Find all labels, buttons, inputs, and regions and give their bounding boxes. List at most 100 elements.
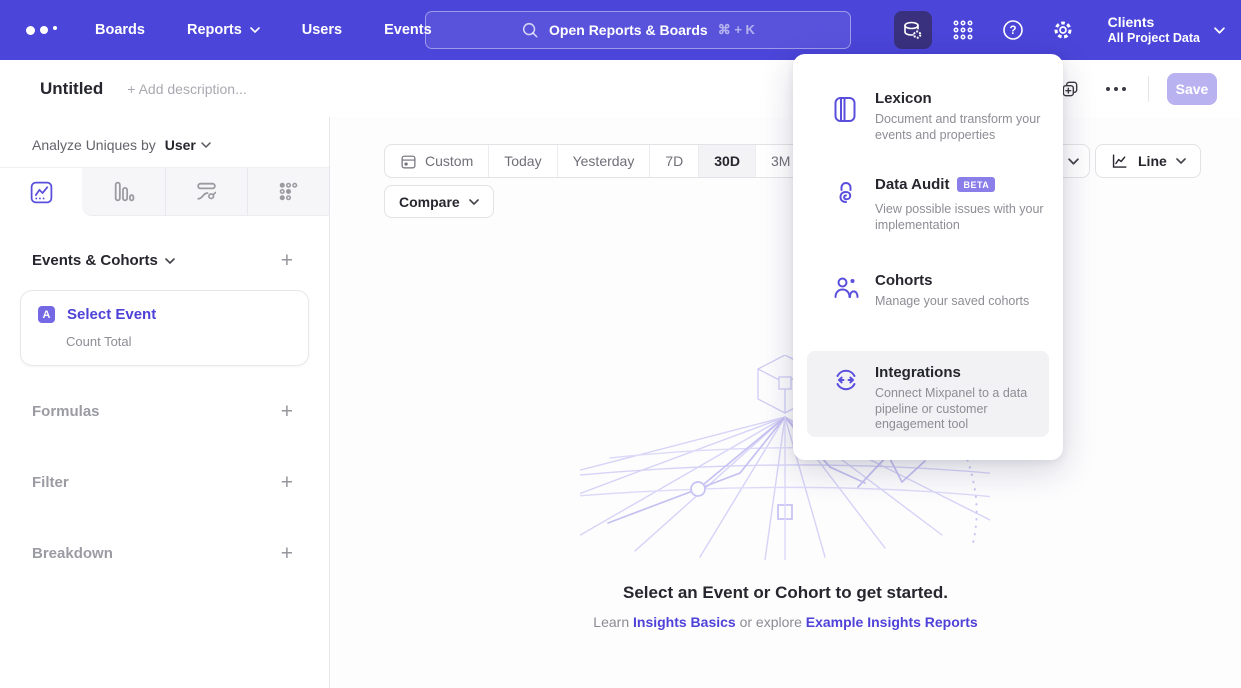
- search-shortcut: ⌘ + K: [718, 22, 755, 38]
- analyze-uniques-selector[interactable]: Analyze Uniques by User: [32, 137, 329, 153]
- chevron-down-icon: [201, 142, 211, 148]
- chevron-down-icon: [1214, 27, 1225, 34]
- chevron-down-icon: [250, 27, 260, 33]
- empty-state-subtitle: Learn Insights Basics or explore Example…: [330, 614, 1241, 630]
- date-range-custom[interactable]: Custom: [385, 145, 488, 177]
- settings-button[interactable]: [1044, 11, 1082, 49]
- analyze-label: Analyze Uniques by: [32, 137, 156, 153]
- event-card[interactable]: A Select Event Count Total: [20, 290, 309, 366]
- tab-bar-chart[interactable]: [82, 168, 164, 216]
- cohorts-title: Cohorts: [875, 272, 933, 289]
- line-chart-icon: [1110, 152, 1129, 171]
- data-audit-icon: [833, 180, 859, 208]
- database-gear-icon: [901, 19, 924, 42]
- data-management-button[interactable]: [894, 11, 932, 49]
- header-actions: Save: [1056, 73, 1217, 105]
- chart-type-tabs: [0, 167, 329, 215]
- data-management-menu: Lexicon Document and transform your even…: [793, 54, 1063, 460]
- breakdown-label: Breakdown: [32, 545, 113, 562]
- flow-sankey-icon: [194, 179, 219, 204]
- or-explore-text: or explore: [740, 614, 802, 630]
- date-range-yesterday[interactable]: Yesterday: [557, 145, 650, 177]
- compare-button[interactable]: Compare: [384, 185, 494, 218]
- cohorts-description: Manage your saved cohorts: [875, 294, 1085, 310]
- apps-grid-icon: [951, 18, 975, 42]
- events-cohorts-toggle[interactable]: Events & Cohorts: [32, 252, 175, 269]
- project-name: Clients: [1108, 14, 1200, 31]
- logo-dot: [26, 26, 35, 35]
- count-total-label[interactable]: Count Total: [66, 334, 292, 349]
- chart-type-label: Line: [1138, 153, 1167, 169]
- tab-line-chart[interactable]: [0, 168, 82, 216]
- event-badge: A: [38, 306, 55, 323]
- menu-item-integrations[interactable]: Integrations Connect Mixpanel to a data …: [807, 351, 1049, 437]
- date-range-7d[interactable]: 7D: [649, 145, 698, 177]
- add-description[interactable]: + Add description...: [127, 81, 246, 97]
- nav-reports-label: Reports: [187, 22, 242, 38]
- search-icon: [521, 21, 539, 39]
- dot-grid-icon: [276, 179, 301, 204]
- calendar-icon: [400, 153, 417, 170]
- chevron-down-icon: [1176, 158, 1186, 164]
- add-filter-button[interactable]: +: [281, 475, 293, 491]
- nav-right-cluster: ? Clients All Project Data: [894, 11, 1225, 49]
- empty-state-title: Select an Event or Cohort to get started…: [330, 583, 1241, 603]
- date-range-today[interactable]: Today: [488, 145, 556, 177]
- integrations-title: Integrations: [875, 364, 961, 381]
- formulas-section: Formulas +: [0, 403, 329, 420]
- data-audit-title: Data Audit: [875, 176, 949, 193]
- apps-grid-button[interactable]: [944, 11, 982, 49]
- insights-basics-link[interactable]: Insights Basics: [633, 614, 736, 630]
- events-cohorts-label: Events & Cohorts: [32, 252, 158, 269]
- tab-metric[interactable]: [247, 168, 329, 216]
- project-selector[interactable]: Clients All Project Data: [1108, 14, 1225, 46]
- gear-icon: [1051, 18, 1075, 42]
- learn-prefix: Learn: [593, 614, 629, 630]
- mixpanel-logo[interactable]: [26, 26, 57, 35]
- analyze-value: User: [165, 137, 196, 153]
- nav-reports[interactable]: Reports: [187, 22, 260, 38]
- date-range-control: Custom Today Yesterday 7D 30D 3M 6M: [384, 144, 857, 178]
- data-audit-description: View possible issues with your implement…: [875, 202, 1077, 233]
- logo-dot: [53, 26, 57, 30]
- add-breakdown-button[interactable]: +: [281, 546, 293, 562]
- report-title[interactable]: Untitled: [40, 79, 103, 99]
- menu-item-data-audit[interactable]: Data Audit BETA View possible issues wit…: [807, 176, 1049, 276]
- help-button[interactable]: ?: [994, 11, 1032, 49]
- svg-text:?: ?: [1009, 25, 1016, 37]
- nav-boards[interactable]: Boards: [95, 22, 145, 38]
- beta-badge: BETA: [957, 177, 995, 192]
- project-scope: All Project Data: [1108, 31, 1200, 46]
- lexicon-title: Lexicon: [875, 90, 932, 107]
- add-formula-button[interactable]: +: [281, 404, 293, 420]
- search-bar[interactable]: Open Reports & Boards ⌘ + K: [425, 11, 851, 49]
- duplicate-icon: [1060, 79, 1080, 99]
- nav-users[interactable]: Users: [302, 22, 342, 38]
- breakdown-section: Breakdown +: [0, 545, 329, 562]
- select-event-label[interactable]: Select Event: [67, 306, 156, 323]
- compare-label: Compare: [399, 194, 460, 210]
- chevron-down-icon: [469, 199, 479, 205]
- more-options-button[interactable]: [1102, 83, 1130, 95]
- menu-item-cohorts[interactable]: Cohorts Manage your saved cohorts: [807, 272, 1049, 336]
- add-event-button[interactable]: +: [281, 253, 293, 269]
- integrations-description: Connect Mixpanel to a data pipeline or c…: [875, 386, 1047, 433]
- chart-type-button[interactable]: Line: [1095, 144, 1201, 178]
- date-range-30d[interactable]: 30D: [698, 145, 755, 177]
- top-navigation: Boards Reports Users Events Open Reports…: [0, 0, 1241, 60]
- date-range-custom-label: Custom: [425, 153, 473, 169]
- nav-links: Boards Reports Users Events: [95, 22, 432, 38]
- bar-chart-icon: [111, 179, 136, 204]
- logo-dot: [40, 26, 48, 34]
- save-button[interactable]: Save: [1167, 73, 1217, 105]
- ellipsis-icon: [1106, 87, 1126, 91]
- chevron-down-icon: [1068, 158, 1079, 165]
- help-icon: ?: [1001, 18, 1025, 42]
- formulas-label: Formulas: [32, 403, 100, 420]
- divider: [1148, 76, 1149, 102]
- main-canvas: Custom Today Yesterday 7D 30D 3M 6M Line…: [330, 117, 1241, 688]
- integrations-sync-icon: [833, 367, 859, 393]
- chevron-down-icon: [165, 258, 175, 264]
- example-reports-link[interactable]: Example Insights Reports: [806, 614, 978, 630]
- tab-flow[interactable]: [165, 168, 247, 216]
